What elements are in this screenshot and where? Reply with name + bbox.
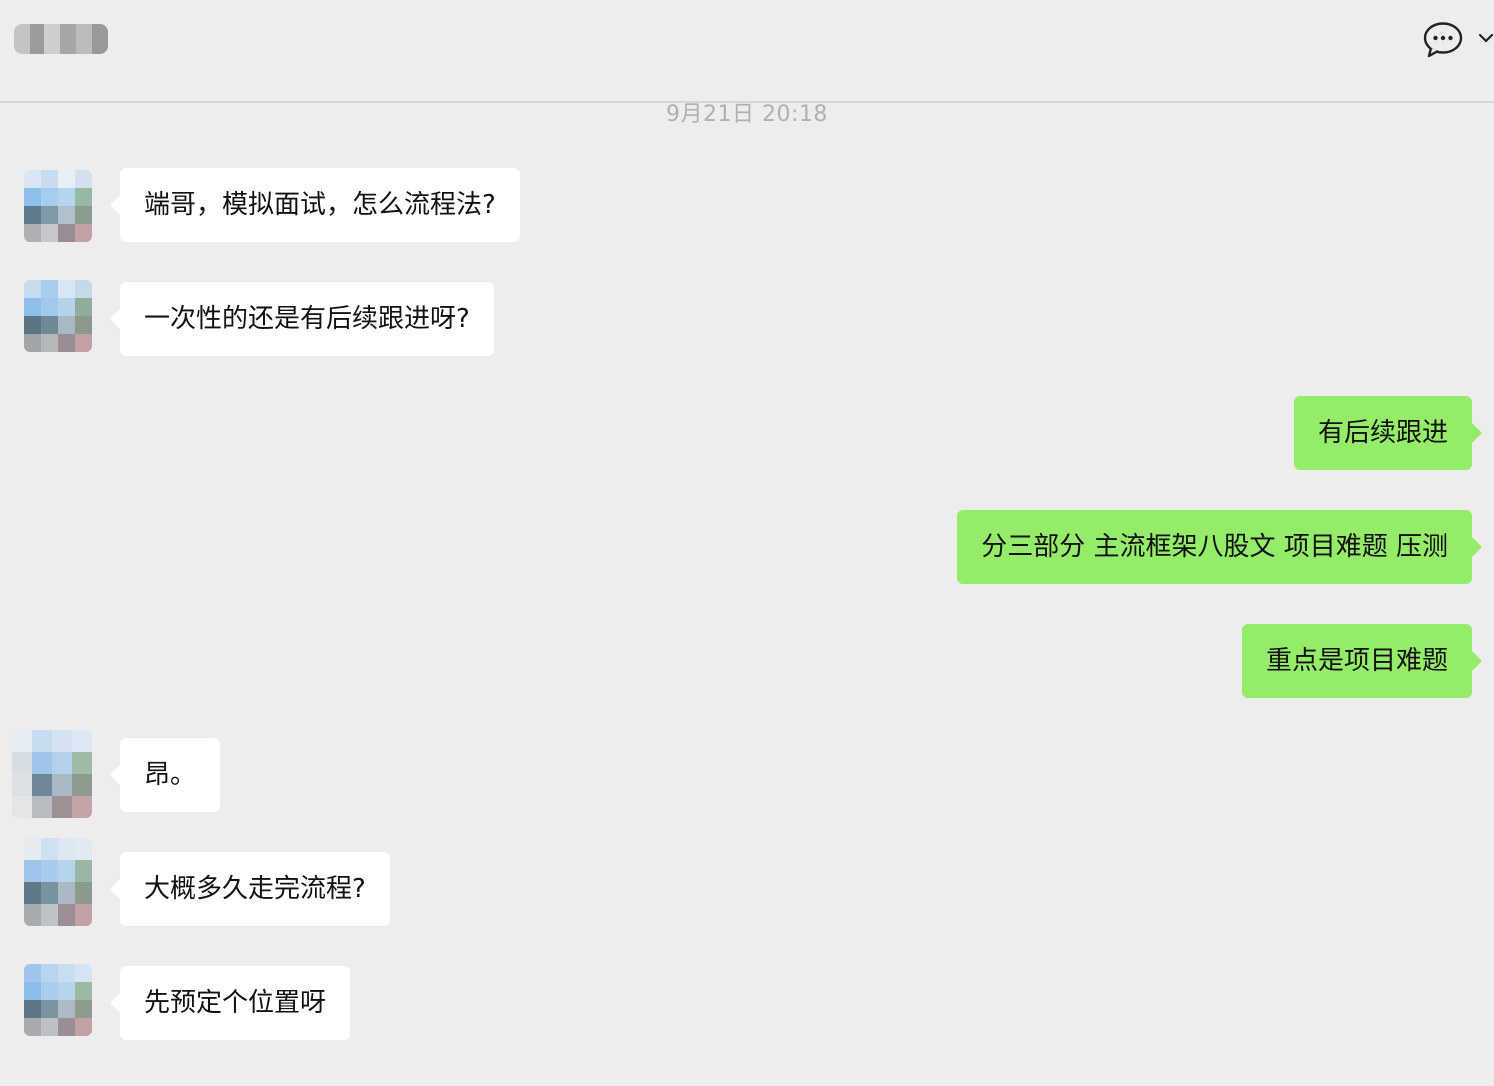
incoming-message: 昂。 <box>109 738 221 812</box>
incoming-message: 先预定个位置呀 <box>109 966 351 1040</box>
incoming-message: 一次性的还是有后续跟进呀? <box>110 282 494 356</box>
chat-header <box>0 0 1494 103</box>
chevron-down-icon[interactable] <box>1478 28 1494 48</box>
contact-avatar[interactable] <box>12 730 92 818</box>
incoming-message: 大概多久走完流程? <box>110 852 390 926</box>
contact-avatar[interactable] <box>24 964 92 1036</box>
contact-avatar[interactable] <box>24 280 92 352</box>
outgoing-message: 有后续跟进 <box>1293 396 1483 470</box>
message-timestamp: 9月21日 20:18 <box>666 102 828 127</box>
outgoing-message: 分三部分 主流框架八股文 项目难题 压测 <box>957 510 1482 584</box>
outgoing-message: 重点是项目难题 <box>1241 624 1483 698</box>
contact-name-blurred <box>14 24 108 54</box>
incoming-message: 端哥，模拟面试，怎么流程法? <box>110 168 520 242</box>
contact-avatar[interactable] <box>24 170 92 242</box>
chat-bubble-icon[interactable] <box>1423 21 1463 59</box>
contact-avatar[interactable] <box>24 838 92 926</box>
